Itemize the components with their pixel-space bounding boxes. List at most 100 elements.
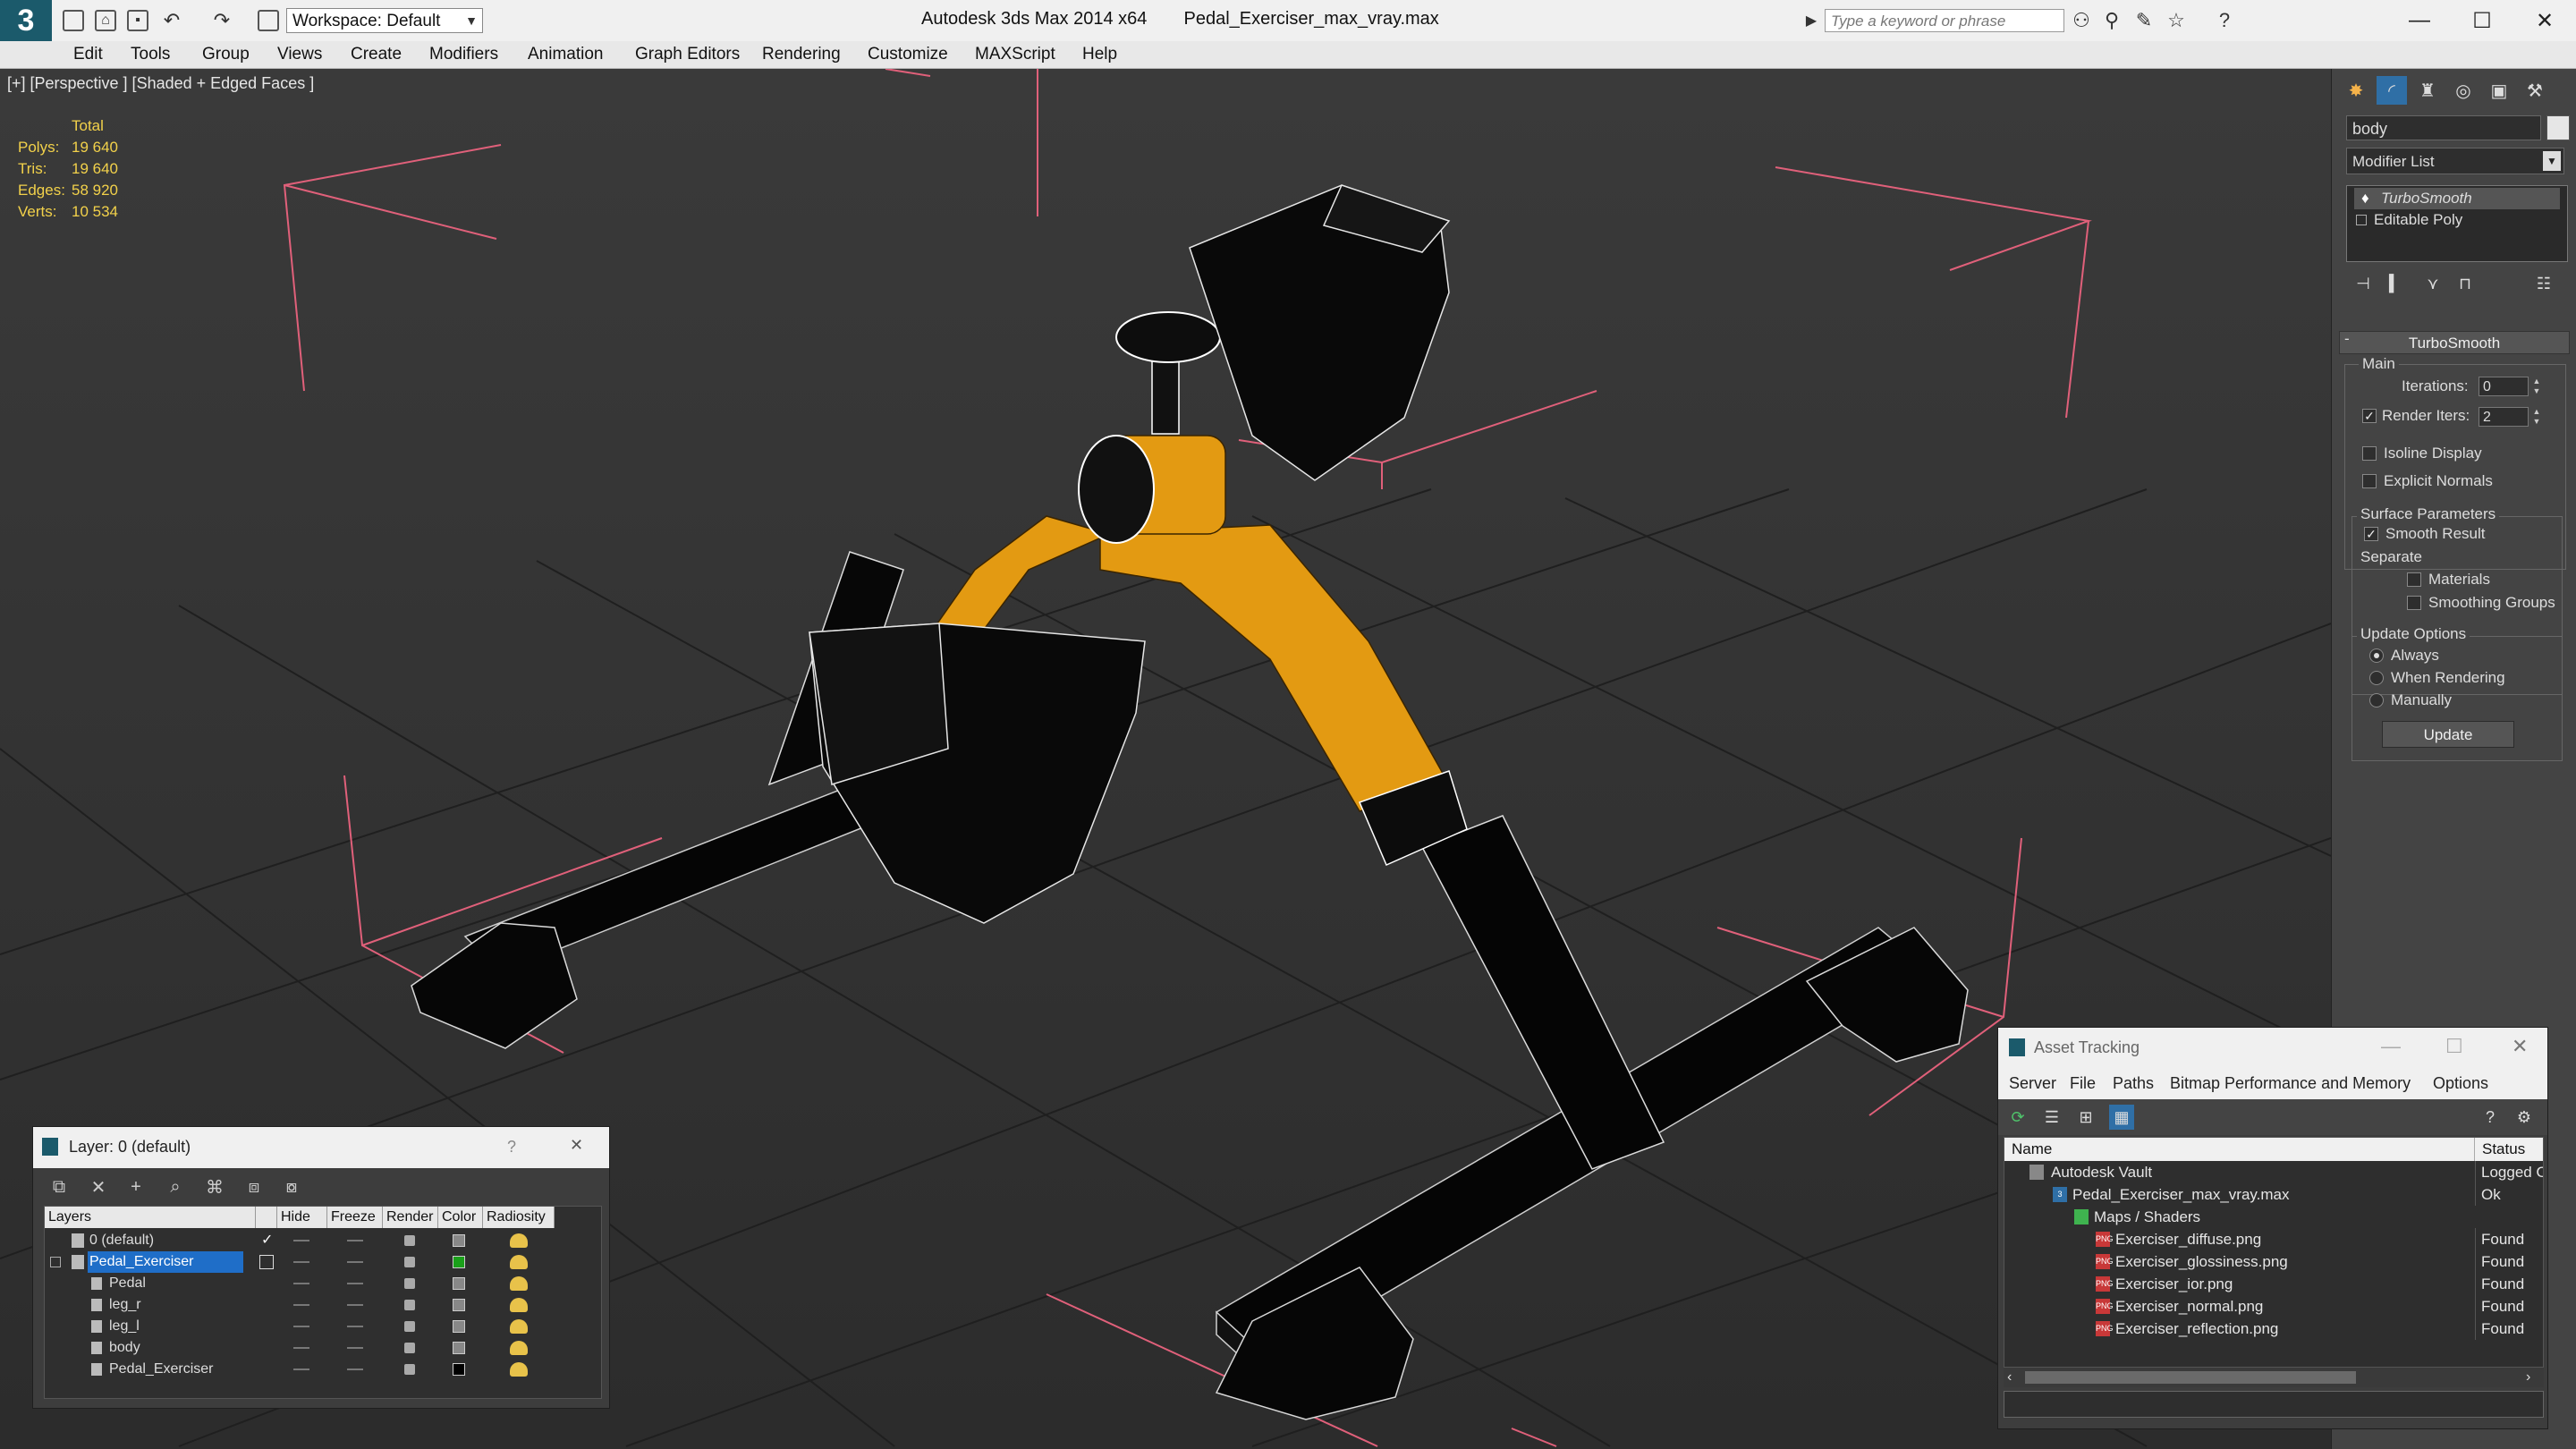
make-unique-icon[interactable]: ⋎ <box>2421 271 2445 296</box>
radiosity-icon[interactable] <box>510 1362 528 1377</box>
menu-bitmap-performance[interactable]: Bitmap Performance and Memory <box>2170 1074 2411 1093</box>
layer-color-swatch[interactable] <box>453 1234 465 1247</box>
layer-row[interactable]: Pedal_Exerciser <box>45 1251 601 1273</box>
menu-paths[interactable]: Paths <box>2113 1074 2154 1093</box>
explicit-normals-checkbox[interactable] <box>2362 474 2377 488</box>
show-end-result-icon[interactable]: ▍ <box>2384 271 2407 296</box>
close-icon[interactable]: ✕ <box>570 1136 583 1155</box>
layer-dialog-titlebar[interactable]: Layer: 0 (default) ? ✕ <box>33 1127 609 1168</box>
hide-toggle[interactable] <box>293 1261 309 1263</box>
layer-color-swatch[interactable] <box>453 1256 465 1268</box>
new-file-icon[interactable] <box>63 10 84 31</box>
freeze-toggle[interactable] <box>347 1368 363 1370</box>
render-teapot-icon[interactable] <box>404 1257 415 1267</box>
expand-plus-icon[interactable] <box>2356 215 2367 225</box>
redo-icon[interactable]: ↷ <box>211 9 233 31</box>
always-radio[interactable] <box>2369 648 2384 663</box>
scrollbar-thumb[interactable] <box>2025 1371 2356 1384</box>
menu-server[interactable]: Server <box>2009 1074 2056 1093</box>
render-teapot-icon[interactable] <box>404 1300 415 1310</box>
stack-item-editable-poly[interactable]: Editable Poly <box>2354 209 2462 231</box>
object-color-swatch[interactable] <box>2546 115 2570 140</box>
configure-sets-icon[interactable]: ☷ <box>2532 271 2555 296</box>
highlight-layer-icon[interactable]: ⌘ <box>201 1174 228 1200</box>
asset-row-maps[interactable]: Maps / Shaders <box>2004 1206 2543 1228</box>
asset-row-vault[interactable]: Autodesk Vault Logged O <box>2004 1161 2543 1183</box>
spinner-arrows-icon[interactable]: ▲ ▼ <box>2530 377 2543 396</box>
refresh-icon[interactable]: ⟳ <box>2005 1105 2030 1130</box>
render-teapot-icon[interactable] <box>404 1278 415 1289</box>
smoothing-groups-checkbox[interactable] <box>2407 596 2421 610</box>
radiosity-icon[interactable] <box>510 1276 528 1291</box>
favorites-star-icon[interactable]: ☆ <box>2165 9 2188 32</box>
project-folder-icon[interactable] <box>258 10 279 31</box>
maximize-icon[interactable]: ☐ <box>2451 0 2513 41</box>
spinner-arrows-icon[interactable]: ▲ ▼ <box>2530 407 2543 427</box>
chevron-down-icon[interactable]: ▼ <box>460 8 483 33</box>
help-icon[interactable]: ? <box>2478 1105 2503 1130</box>
hide-all-layers-icon[interactable]: ⧈ <box>241 1174 267 1200</box>
undo-icon[interactable]: ↶ <box>161 9 182 31</box>
pin-stack-icon[interactable]: ⊣ <box>2351 271 2375 296</box>
col-hide[interactable]: Hide <box>277 1207 327 1228</box>
current-layer-check-icon[interactable]: ✓ <box>261 1230 273 1251</box>
select-objects-icon[interactable]: ⌕ <box>162 1174 189 1200</box>
menu-views[interactable]: Views <box>277 45 322 64</box>
viewport-label[interactable]: [+] [Perspective ] [Shaded + Edged Faces… <box>7 74 314 93</box>
col-freeze[interactable]: Freeze <box>327 1207 383 1228</box>
minimize-icon[interactable]: — <box>2381 1035 2401 1058</box>
freeze-toggle[interactable] <box>347 1261 363 1263</box>
create-tab-icon[interactable]: ✸ <box>2341 76 2371 105</box>
hierarchy-tab-icon[interactable]: ♜ <box>2412 76 2443 105</box>
settings-icon[interactable]: ⚙ <box>2512 1105 2537 1130</box>
turbosmooth-rollout-header[interactable]: TurboSmooth <box>2339 331 2570 354</box>
stack-item-turbosmooth[interactable]: ♦ TurboSmooth <box>2354 188 2560 209</box>
layer-row[interactable]: leg_l <box>45 1316 601 1337</box>
asset-row-texture[interactable]: PNG Exerciser_normal.png Found <box>2004 1295 2543 1318</box>
asset-row-texture[interactable]: PNG Exerciser_glossiness.png Found <box>2004 1250 2543 1273</box>
menu-help[interactable]: Help <box>1082 45 1117 64</box>
radiosity-icon[interactable] <box>510 1319 528 1334</box>
menu-edit[interactable]: Edit <box>73 45 103 64</box>
layer-color-swatch[interactable] <box>453 1363 465 1376</box>
layer-row[interactable]: body <box>45 1337 601 1359</box>
isoline-display-checkbox[interactable] <box>2362 446 2377 461</box>
when-rendering-radio[interactable] <box>2369 671 2384 685</box>
menu-animation[interactable]: Animation <box>528 45 604 64</box>
col-current[interactable] <box>256 1207 277 1228</box>
manually-radio[interactable] <box>2369 693 2384 708</box>
collapse-minus-icon[interactable]: - <box>2344 330 2350 348</box>
layer-row[interactable]: Pedal_Exerciser <box>45 1359 601 1380</box>
lightbulb-icon[interactable]: ♦ <box>2361 188 2369 209</box>
help-icon[interactable]: ? <box>2213 9 2236 32</box>
freeze-toggle[interactable] <box>347 1347 363 1349</box>
hide-toggle[interactable] <box>293 1326 309 1327</box>
layer-color-swatch[interactable] <box>453 1277 465 1290</box>
materials-checkbox[interactable] <box>2407 572 2421 587</box>
update-button[interactable]: Update <box>2382 721 2514 748</box>
object-name-input[interactable]: body <box>2346 115 2541 140</box>
horizontal-scrollbar[interactable]: ‹ › <box>2004 1368 2544 1387</box>
menu-customize[interactable]: Customize <box>868 45 948 64</box>
help-icon[interactable]: ? <box>507 1138 516 1157</box>
menu-tools[interactable]: Tools <box>131 45 170 64</box>
menu-options[interactable]: Options <box>2433 1074 2488 1093</box>
chevron-down-icon[interactable]: ▼ <box>2543 151 2561 171</box>
col-name[interactable]: Name <box>2004 1138 2475 1161</box>
radiosity-icon[interactable] <box>510 1255 528 1269</box>
menu-file[interactable]: File <box>2070 1074 2096 1093</box>
col-radiosity[interactable]: Radiosity <box>483 1207 555 1228</box>
binoculars-icon[interactable]: ⚇ <box>2070 9 2093 32</box>
search-input[interactable]: Type a keyword or phrase <box>1825 9 2064 32</box>
freeze-toggle[interactable] <box>347 1283 363 1284</box>
hide-toggle[interactable] <box>293 1347 309 1349</box>
current-layer-box[interactable] <box>259 1255 274 1269</box>
layer-color-swatch[interactable] <box>453 1342 465 1354</box>
collapse-minus-icon[interactable] <box>50 1257 61 1267</box>
layer-row[interactable]: 0 (default) ✓ <box>45 1230 601 1251</box>
render-teapot-icon[interactable] <box>404 1235 415 1246</box>
list-view-icon[interactable]: ☰ <box>2039 1105 2064 1130</box>
render-teapot-icon[interactable] <box>404 1321 415 1332</box>
communication-icon[interactable]: ✎ <box>2132 9 2156 32</box>
layer-row[interactable]: leg_r <box>45 1294 601 1316</box>
